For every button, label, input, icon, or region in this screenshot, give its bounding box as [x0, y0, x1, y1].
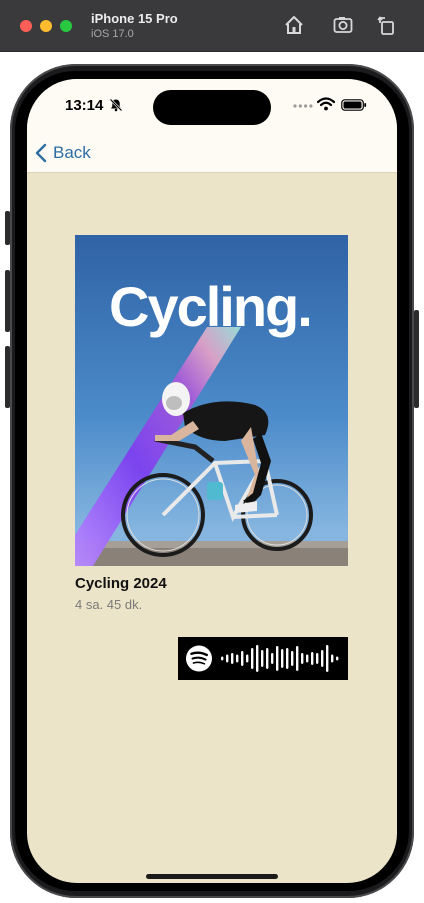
cover-title-text: Cycling. — [109, 275, 311, 338]
battery-icon — [341, 99, 367, 111]
home-indicator[interactable] — [146, 874, 278, 879]
wifi-icon — [317, 97, 335, 111]
window-title: iPhone 15 Pro — [91, 11, 178, 26]
dynamic-island — [153, 90, 271, 125]
simulator-title-bar: iPhone 15 Pro iOS 17.0 — [0, 0, 424, 52]
power-button — [414, 310, 419, 408]
signal-dots-icon — [293, 104, 313, 108]
screenshot-icon[interactable] — [332, 14, 354, 36]
zoom-window-button[interactable] — [60, 20, 72, 32]
chevron-left-icon — [35, 143, 47, 163]
album-title: Cycling 2024 — [75, 575, 167, 592]
phone-screen: 13:14 Back Cycling. Cycling 2024 4 sa. 4… — [27, 79, 397, 883]
status-bar: 13:14 — [27, 79, 397, 135]
minimize-window-button[interactable] — [40, 20, 52, 32]
bell-slash-icon — [109, 98, 123, 112]
action-button — [5, 211, 10, 245]
home-icon[interactable] — [283, 14, 305, 36]
volume-up-button — [5, 270, 10, 332]
window-subtitle: iOS 17.0 — [91, 28, 134, 40]
volume-down-button — [5, 346, 10, 408]
album-duration: 4 sa. 45 dk. — [75, 597, 143, 612]
spotify-logo-icon — [186, 645, 212, 672]
back-button[interactable]: Back — [35, 141, 91, 165]
status-time: 13:14 — [65, 97, 104, 114]
back-label: Back — [53, 143, 91, 162]
navigation-bar: Back — [27, 135, 397, 173]
rotate-icon[interactable] — [376, 14, 398, 36]
album-cover-image[interactable]: Cycling. — [75, 235, 348, 566]
close-window-button[interactable] — [20, 20, 32, 32]
spotify-code[interactable] — [178, 637, 348, 680]
